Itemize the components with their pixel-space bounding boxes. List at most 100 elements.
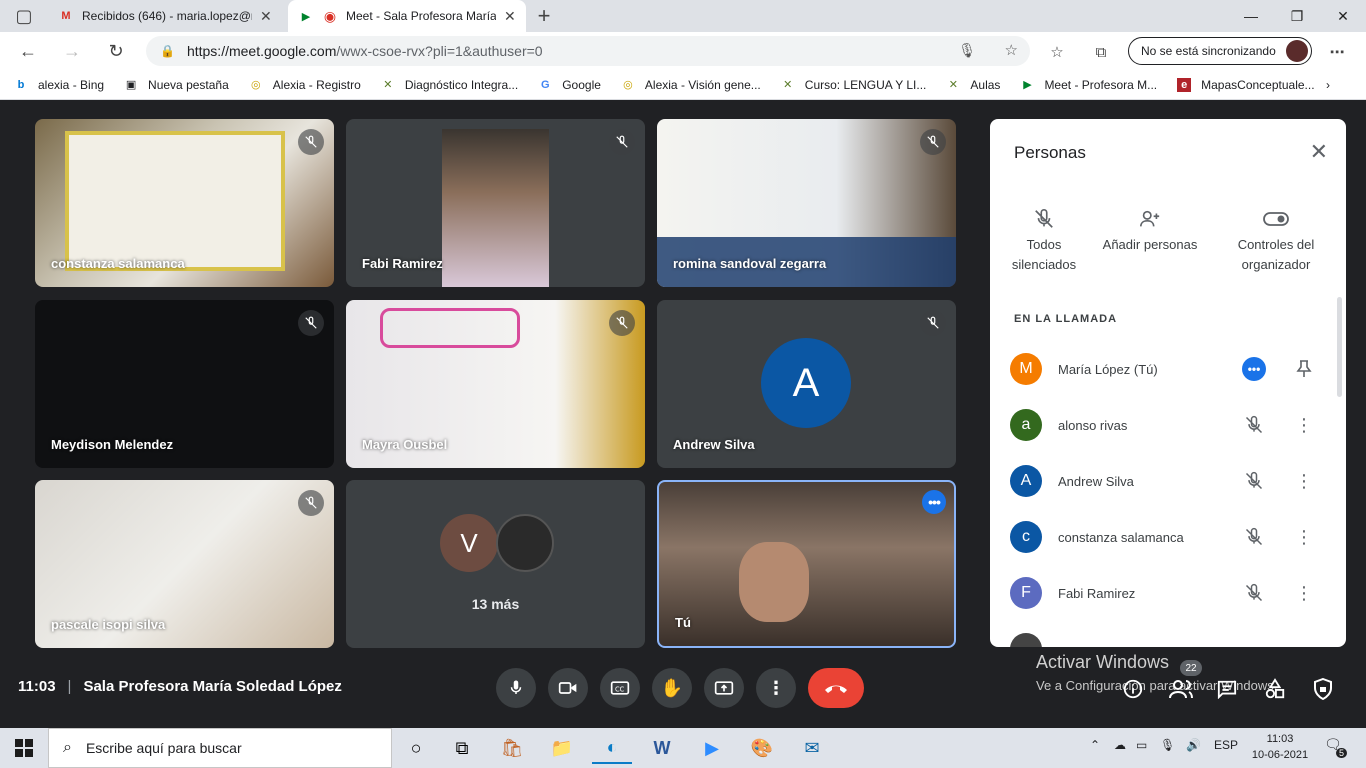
activities-icon[interactable]: [1262, 676, 1288, 702]
windows-taskbar: ⌕ Escribe aquí para buscar ○ ⧉ 🛍 📁 ◐ W ▶…: [0, 728, 1366, 768]
taskbar-search-input[interactable]: ⌕ Escribe aquí para buscar: [48, 728, 392, 768]
cortana-icon[interactable]: ○: [396, 732, 436, 764]
cloud-icon[interactable]: ☁: [1114, 738, 1126, 752]
store-icon[interactable]: 🛍: [492, 732, 532, 764]
people-icon[interactable]: [1168, 676, 1194, 702]
participant-tile[interactable]: romina sandoval zegarra: [657, 119, 956, 287]
mic-off-icon: [298, 129, 324, 155]
taskbar-clock[interactable]: 11:03 10-06-2021: [1250, 731, 1310, 763]
person-row[interactable]: [1010, 621, 1330, 647]
close-icon[interactable]: ✕: [1310, 139, 1328, 165]
language-indicator[interactable]: ESP: [1214, 738, 1238, 752]
network-icon[interactable]: ▭: [1136, 738, 1147, 752]
avatar: M: [1010, 353, 1042, 385]
more-vert-icon[interactable]: ⋮: [1292, 413, 1316, 437]
more-vert-icon[interactable]: ⋮: [1292, 469, 1316, 493]
camera-icon: [558, 682, 577, 694]
reload-icon[interactable]: ↻: [102, 38, 130, 64]
tray-chevron-icon[interactable]: ⌃: [1090, 738, 1100, 752]
chat-icon[interactable]: [1214, 676, 1240, 702]
mic-off-icon[interactable]: [1242, 413, 1266, 437]
tray-mic-icon[interactable]: 🎙: [1160, 738, 1175, 752]
participant-tile[interactable]: constanza salamanca: [35, 119, 334, 287]
bookmark-item[interactable]: ◎ Alexia - Registro: [249, 78, 361, 92]
more-options-button[interactable]: ⋮: [756, 668, 796, 708]
bookmarks-more-icon[interactable]: ›: [1326, 78, 1330, 92]
self-tile[interactable]: ••• Tú: [657, 480, 956, 648]
raise-hand-button[interactable]: ✋: [652, 668, 692, 708]
more-options-icon[interactable]: •••: [1242, 357, 1266, 381]
bookmark-item[interactable]: e MapasConceptuale...: [1177, 77, 1315, 92]
participant-name: pascale isopi silva: [51, 617, 166, 632]
back-icon[interactable]: ←: [14, 38, 42, 64]
bookmark-item[interactable]: ▣ Nueva pestaña: [124, 78, 229, 92]
person-row[interactable]: F Fabi Ramirez ⋮: [1010, 565, 1330, 621]
participant-tile[interactable]: A Andrew Silva: [657, 300, 956, 468]
collections-icon[interactable]: ⧉: [1090, 41, 1112, 63]
file-explorer-icon[interactable]: 📁: [542, 732, 582, 764]
info-icon[interactable]: [1120, 676, 1146, 702]
panel-scrollbar[interactable]: [1337, 297, 1342, 397]
person-name: Andrew Silva: [1058, 473, 1134, 489]
participant-tile[interactable]: pascale isopi silva: [35, 480, 334, 648]
close-icon[interactable]: ✕: [260, 8, 272, 25]
mic-off-icon[interactable]: [1242, 581, 1266, 605]
add-favorite-icon[interactable]: ☆: [1005, 41, 1018, 59]
task-view-icon[interactable]: ⧉: [442, 732, 482, 764]
microphone-button[interactable]: [496, 668, 536, 708]
more-participants-tile[interactable]: V 13 más: [346, 480, 645, 648]
bookmark-item[interactable]: ✕ Aulas: [946, 78, 1001, 92]
mute-all-button[interactable]: Todos silenciados: [994, 203, 1094, 275]
volume-icon[interactable]: 🔊: [1186, 738, 1201, 752]
menu-icon[interactable]: ⋯: [1326, 41, 1348, 63]
tab-actions-icon[interactable]: ▢: [10, 3, 38, 29]
window-close-icon[interactable]: ✕: [1320, 0, 1366, 32]
mic-icon[interactable]: 🎙: [958, 42, 976, 59]
more-vert-icon[interactable]: ⋮: [1292, 525, 1316, 549]
sync-button[interactable]: No se está sincronizando: [1128, 37, 1312, 65]
camera-button[interactable]: [548, 668, 588, 708]
edge-icon[interactable]: ◐: [592, 732, 632, 764]
clock-date: 10-06-2021: [1251, 749, 1309, 761]
windows-start-icon[interactable]: [0, 728, 48, 768]
mic-off-icon[interactable]: [1242, 525, 1266, 549]
pin-icon[interactable]: [1292, 357, 1316, 381]
person-row[interactable]: A Andrew Silva ⋮: [1010, 453, 1330, 509]
more-vert-icon[interactable]: ⋮: [1292, 581, 1316, 605]
person-row[interactable]: M María López (Tú) •••: [1010, 341, 1330, 397]
maximize-icon[interactable]: ❐: [1274, 0, 1320, 32]
leave-call-button[interactable]: [808, 668, 864, 708]
bookmark-item[interactable]: G Google: [538, 78, 601, 92]
bookmark-item[interactable]: ✕ Diagnóstico Integra...: [381, 78, 518, 92]
hangup-icon: [825, 685, 847, 693]
word-icon[interactable]: W: [642, 732, 682, 764]
search-icon: ⌕: [63, 739, 72, 756]
close-icon[interactable]: ✕: [504, 8, 516, 25]
bookmark-item[interactable]: ◎ Alexia - Visión gene...: [621, 78, 761, 92]
present-button[interactable]: [704, 668, 744, 708]
forward-icon[interactable]: →: [58, 38, 86, 64]
person-row[interactable]: a alonso rivas ⋮: [1010, 397, 1330, 453]
zoom-icon[interactable]: ▶: [692, 732, 732, 764]
more-options-icon[interactable]: •••: [922, 490, 946, 514]
participant-tile[interactable]: Meydison Melendez: [35, 300, 334, 468]
captions-button[interactable]: CC: [600, 668, 640, 708]
participant-tile[interactable]: Mayra Ousbel: [346, 300, 645, 468]
new-tab-icon[interactable]: +: [530, 3, 558, 29]
person-row[interactable]: c constanza salamanca ⋮: [1010, 509, 1330, 565]
favorites-icon[interactable]: ☆: [1046, 41, 1068, 63]
mail-icon[interactable]: ✉: [792, 732, 832, 764]
minimize-icon[interactable]: —: [1228, 0, 1274, 32]
tab-meet[interactable]: ▶ ◉ Meet - Sala Profesora María ✕: [288, 0, 526, 32]
paint-icon[interactable]: 🎨: [742, 732, 782, 764]
bookmark-item[interactable]: b alexia - Bing: [14, 78, 104, 92]
bookmark-item[interactable]: ✕ Curso: LENGUA Y LI...: [781, 78, 926, 92]
bookmark-item[interactable]: ▶ Meet - Profesora M...: [1020, 78, 1157, 92]
participant-tile[interactable]: Fabi Ramirez: [346, 119, 645, 287]
url-field[interactable]: 🔒 https://meet.google.com/wwx-csoe-rvx?p…: [146, 36, 1030, 66]
tab-gmail[interactable]: M Recibidos (646) - maria.lopez@re ✕: [48, 0, 284, 32]
add-people-button[interactable]: Añadir personas: [1100, 203, 1200, 255]
mic-off-icon[interactable]: [1242, 469, 1266, 493]
host-controls-button[interactable]: Controles del organizador: [1226, 203, 1326, 275]
lock-icon[interactable]: [1310, 676, 1336, 702]
